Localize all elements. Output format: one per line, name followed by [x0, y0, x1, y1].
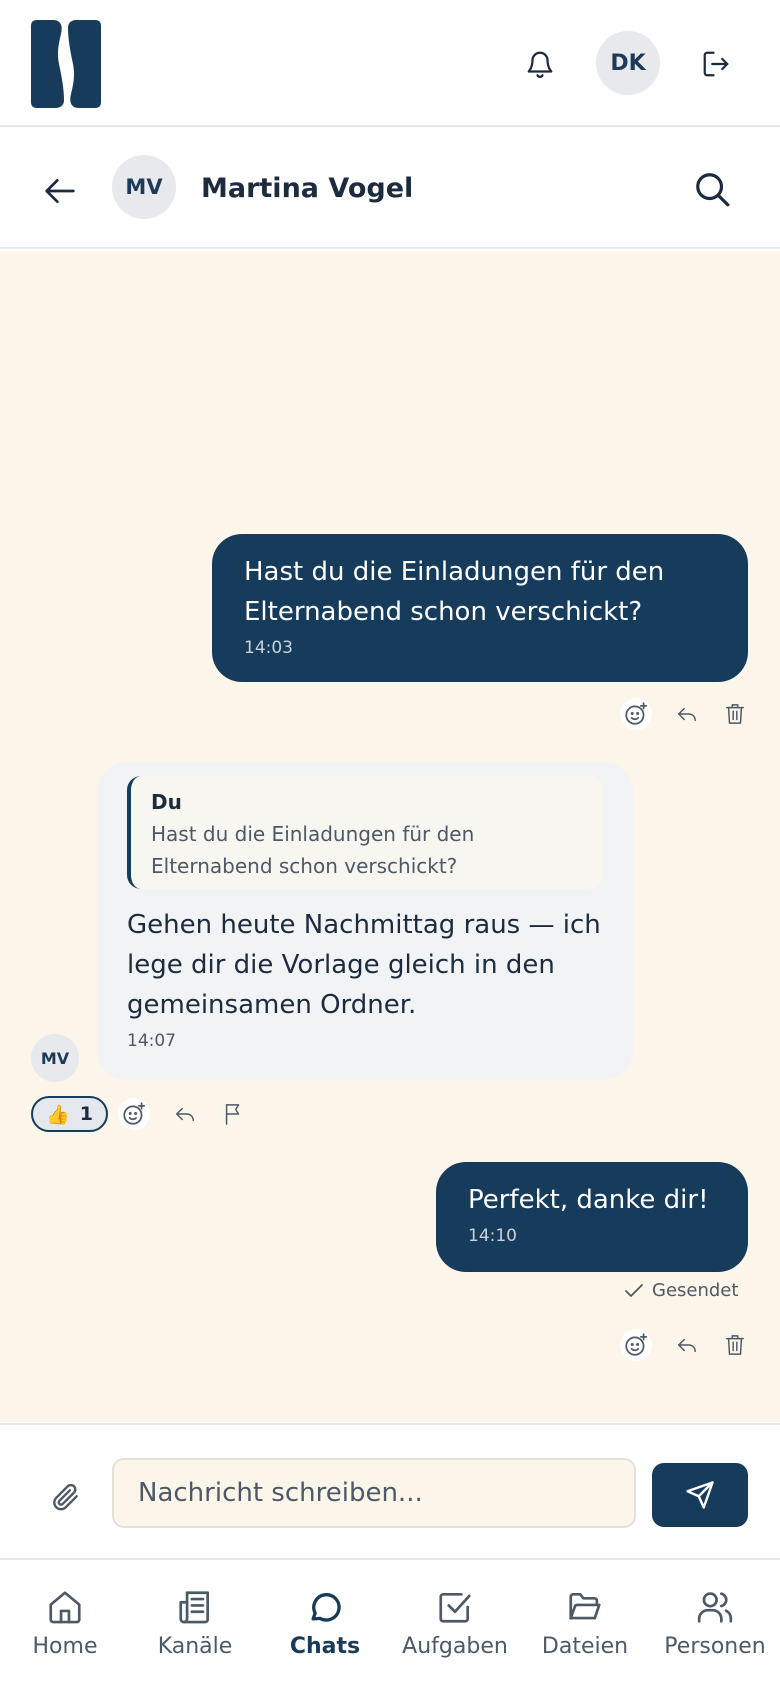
tab-label: Home: [32, 1634, 98, 1659]
tab-chats[interactable]: Chats: [260, 1588, 390, 1659]
user-avatar[interactable]: DK: [596, 31, 660, 95]
contact-avatar[interactable]: MV: [112, 155, 176, 219]
message-actions: [620, 1329, 748, 1361]
quote-author: Du: [151, 790, 182, 814]
tab-dateien[interactable]: Dateien: [520, 1588, 650, 1659]
logout-icon[interactable]: [696, 42, 736, 86]
bottom-tab-bar: Home Kanäle Chats Aufgaben Dateien Perso…: [0, 1558, 780, 1688]
chat-bubble-icon: [311, 1593, 341, 1622]
message-actions: [118, 1098, 246, 1130]
add-reaction-icon[interactable]: [620, 698, 652, 730]
message-composer: [0, 1423, 780, 1558]
incoming-message[interactable]: Du Hast du die Einladungen für den Elter…: [97, 762, 633, 1080]
notifications-bell-icon[interactable]: [520, 40, 560, 88]
tab-label: Dateien: [541, 1634, 629, 1659]
tab-label: Chats: [289, 1634, 361, 1659]
checkbox-icon: [439, 1592, 471, 1623]
tab-home[interactable]: Home: [0, 1588, 130, 1659]
message-actions: [620, 698, 748, 730]
message-text: Hast du die Einladungen für den Elternab…: [244, 557, 665, 627]
folder-icon: [569, 1592, 601, 1620]
delivery-status: Gesendet: [624, 1280, 738, 1301]
tab-label: Kanäle: [157, 1634, 233, 1659]
message-text: Gehen heute Nachmittag raus — ich lege d…: [127, 910, 601, 1020]
message-time: 14:07: [127, 1031, 176, 1051]
reply-icon[interactable]: [674, 701, 700, 727]
home-icon: [49, 1591, 81, 1624]
thumbs-up-emoji: 👍: [46, 1103, 70, 1126]
app-header: DK: [0, 0, 780, 127]
reaction-count: 1: [79, 1103, 93, 1125]
reaction-chip[interactable]: 👍 1: [31, 1096, 108, 1132]
paperclip-icon[interactable]: [46, 1477, 86, 1517]
search-icon[interactable]: [688, 165, 736, 213]
message-text: Perfekt, danke dir!: [468, 1185, 709, 1215]
tab-label: Aufgaben: [402, 1634, 508, 1659]
contact-name[interactable]: Martina Vogel: [201, 173, 413, 204]
flag-icon[interactable]: [220, 1101, 246, 1127]
people-icon: [697, 1592, 733, 1623]
message-thread[interactable]: Hast du die Einladungen für den Elternab…: [0, 251, 780, 1422]
outgoing-message[interactable]: Hast du die Einladungen für den Elternab…: [212, 534, 748, 682]
tab-aufgaben[interactable]: Aufgaben: [390, 1588, 520, 1659]
outgoing-message[interactable]: Perfekt, danke dir! 14:10: [436, 1162, 748, 1272]
add-reaction-icon[interactable]: [620, 1329, 652, 1361]
tab-label: Personen: [664, 1634, 766, 1659]
back-arrow-icon[interactable]: [38, 169, 82, 213]
delete-icon[interactable]: [722, 701, 748, 727]
message-time: 14:10: [468, 1226, 517, 1246]
quote-text: Hast du die Einladungen für den Elternab…: [151, 822, 475, 878]
send-button[interactable]: [652, 1463, 748, 1527]
reply-icon[interactable]: [172, 1101, 198, 1127]
newspaper-icon: [179, 1591, 210, 1624]
message-input[interactable]: [112, 1458, 636, 1528]
status-label: Gesendet: [652, 1280, 739, 1301]
delete-icon[interactable]: [722, 1332, 748, 1358]
reply-icon[interactable]: [674, 1332, 700, 1358]
quoted-message[interactable]: Du Hast du die Einladungen für den Elter…: [127, 776, 603, 889]
checkmark-icon: [625, 1283, 643, 1297]
tab-personen[interactable]: Personen: [650, 1588, 780, 1659]
tab-kanaele[interactable]: Kanäle: [130, 1588, 260, 1659]
send-icon: [686, 1481, 714, 1509]
sender-avatar[interactable]: MV: [31, 1034, 79, 1082]
add-reaction-icon[interactable]: [118, 1098, 150, 1130]
app-logo[interactable]: [31, 20, 101, 108]
message-time: 14:03: [244, 638, 293, 658]
chat-header: MV Martina Vogel: [0, 129, 780, 249]
